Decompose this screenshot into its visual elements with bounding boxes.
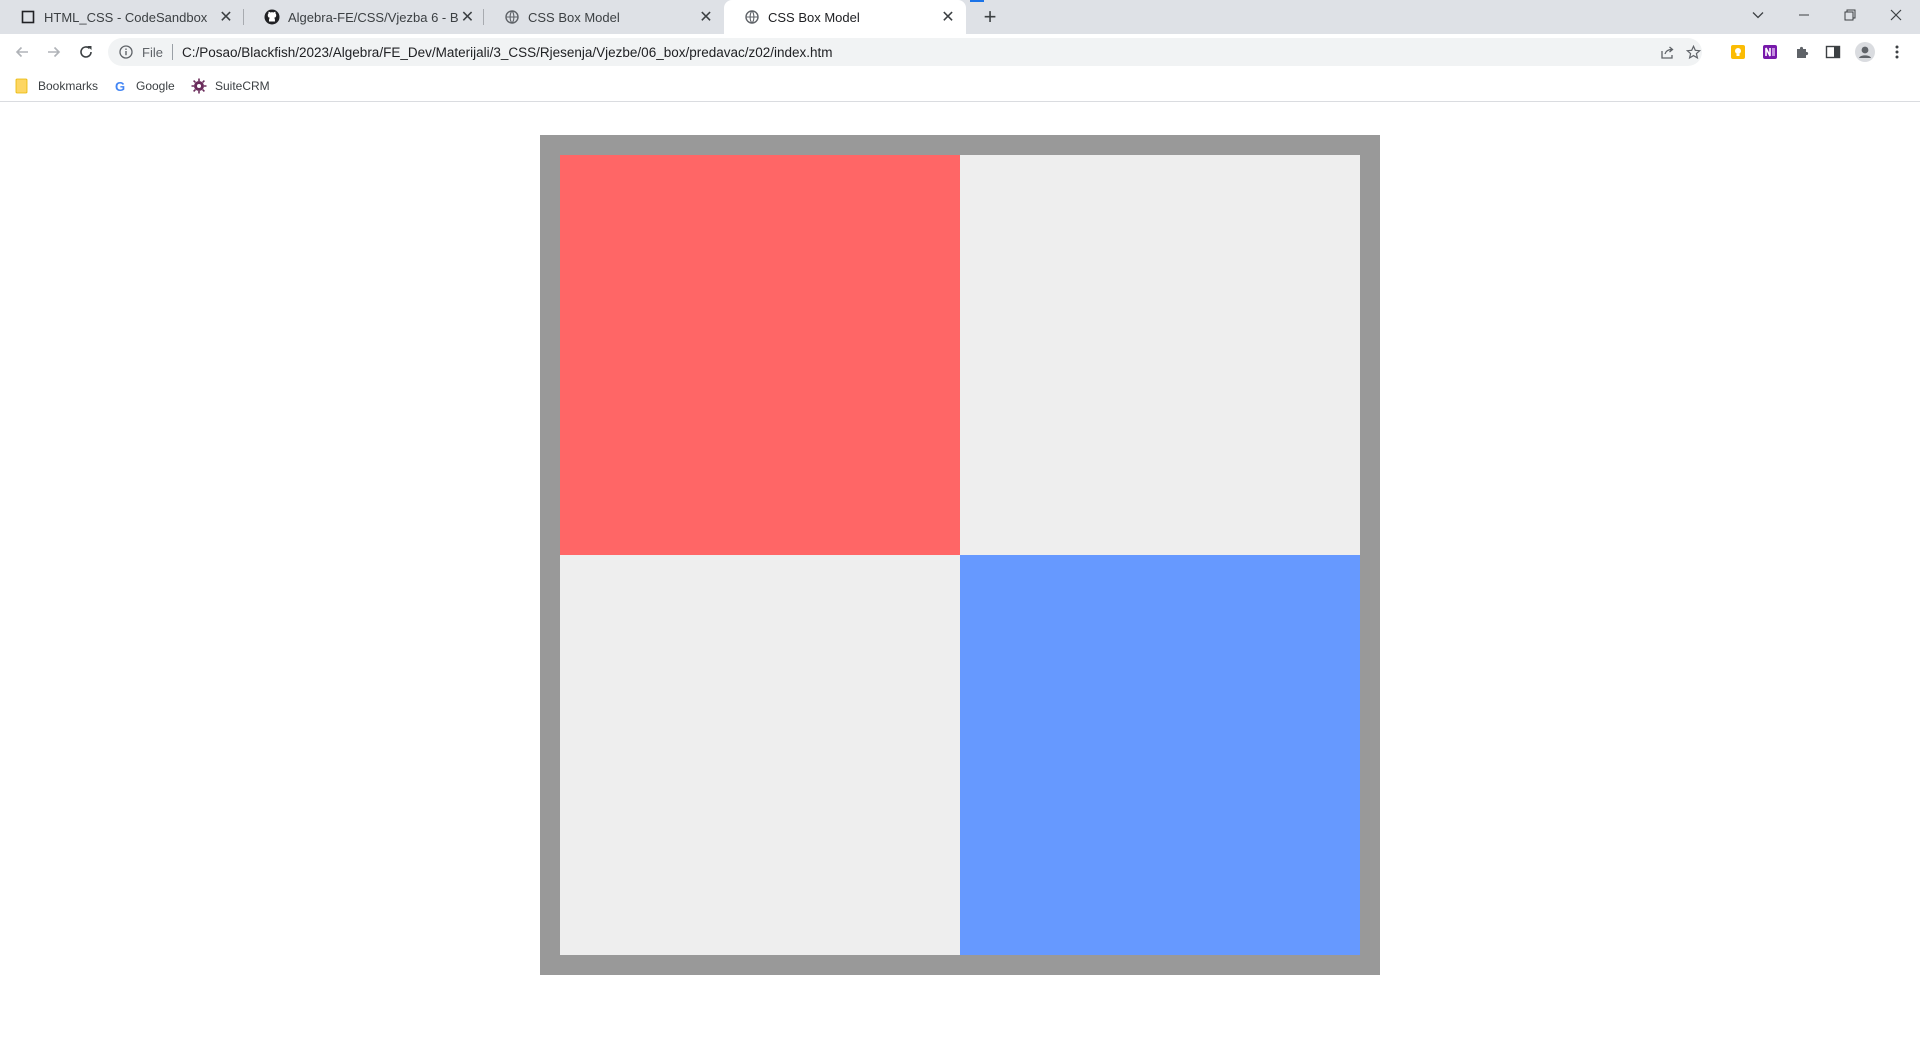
tab-close-icon[interactable]: ✕ xyxy=(216,7,236,27)
tab-title: HTML_CSS - CodeSandbox xyxy=(44,9,208,25)
box-top-right xyxy=(960,155,1360,555)
address-url[interactable]: C:/Posao/Blackfish/2023/Algebra/FE_Dev/M… xyxy=(182,45,833,60)
bookmark-label: SuiteCRM xyxy=(215,79,270,93)
back-arrow-icon[interactable] xyxy=(8,38,36,66)
tab-css-box-model[interactable]: CSS Box Model ✕ xyxy=(484,0,724,34)
side-panel-icon[interactable] xyxy=(1823,42,1843,62)
github-icon xyxy=(264,9,280,25)
onenote-extension-icon[interactable] xyxy=(1760,42,1780,62)
globe-icon xyxy=(504,9,520,25)
folder-icon xyxy=(14,78,30,94)
box-bottom-right xyxy=(960,555,1360,955)
address-bar[interactable]: File C:/Posao/Blackfish/2023/Algebra/FE_… xyxy=(108,38,1702,66)
restore-icon[interactable] xyxy=(1827,0,1873,30)
forward-arrow-icon[interactable] xyxy=(40,38,68,66)
extensions-puzzle-icon[interactable] xyxy=(1792,42,1812,62)
tab-strip: HTML_CSS - CodeSandbox ✕ Algebra-FE/CSS/… xyxy=(0,0,1920,34)
bookmark-label: Google xyxy=(136,79,175,93)
tab-codesandbox[interactable]: HTML_CSS - CodeSandbox ✕ xyxy=(0,0,244,34)
tab-loading-indicator xyxy=(970,0,984,2)
info-icon[interactable] xyxy=(118,44,134,60)
box-bottom-left xyxy=(560,555,960,955)
close-window-icon[interactable] xyxy=(1873,0,1919,30)
bookmark-folder-bookmarks[interactable]: Bookmarks xyxy=(14,77,98,95)
bookmark-label: Bookmarks xyxy=(38,79,99,93)
tab-css-box-model-active[interactable]: CSS Box Model ✕ xyxy=(724,0,966,34)
tab-search-chevron-icon[interactable] xyxy=(1735,0,1781,30)
minimize-icon[interactable] xyxy=(1781,0,1827,30)
google-icon: G xyxy=(114,78,126,94)
globe-icon xyxy=(744,9,760,25)
reload-icon[interactable] xyxy=(72,38,100,66)
box-top-left xyxy=(560,155,960,555)
profile-avatar-icon[interactable] xyxy=(1855,42,1875,62)
address-divider xyxy=(171,44,173,60)
bookmarks-bar: Bookmarks G Google SuiteCRM xyxy=(0,70,1920,102)
tab-title: Algebra-FE/CSS/Vjezba 6 - Box m xyxy=(288,9,459,25)
browser-toolbar: File C:/Posao/Blackfish/2023/Algebra/FE_… xyxy=(0,34,1920,70)
codesandbox-icon xyxy=(20,9,36,25)
address-scheme-label: File xyxy=(142,44,163,60)
tab-title: CSS Box Model xyxy=(528,9,620,25)
bookmark-star-icon[interactable] xyxy=(1685,44,1701,60)
keep-extension-icon[interactable] xyxy=(1728,42,1748,62)
tab-title: CSS Box Model xyxy=(768,9,860,25)
tab-close-icon[interactable]: ✕ xyxy=(696,7,716,27)
box-model-container xyxy=(540,135,1380,975)
tab-close-icon[interactable]: ✕ xyxy=(938,7,958,27)
page-viewport xyxy=(0,103,1920,1040)
tab-github[interactable]: Algebra-FE/CSS/Vjezba 6 - Box m ✕ xyxy=(244,0,484,34)
bookmark-suitecrm[interactable]: SuiteCRM xyxy=(191,77,270,95)
new-tab-plus-icon[interactable]: + xyxy=(976,4,1004,29)
tab-close-icon[interactable]: ✕ xyxy=(459,7,476,27)
bookmark-google[interactable]: G Google xyxy=(112,77,175,95)
suitecrm-icon xyxy=(191,78,207,94)
menu-dots-icon[interactable] xyxy=(1887,42,1907,62)
share-icon[interactable] xyxy=(1659,44,1675,60)
